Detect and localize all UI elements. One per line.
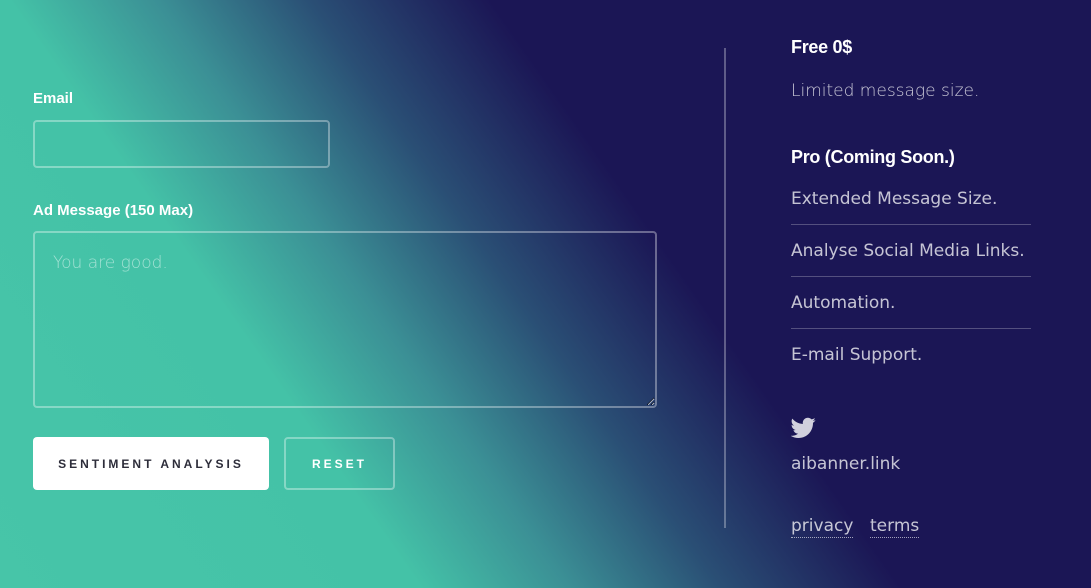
column-divider [724, 48, 726, 528]
email-input[interactable] [33, 120, 330, 168]
site-name: aibanner.link [791, 454, 901, 474]
pro-feature-item: Analyse Social Media Links. [791, 225, 1031, 277]
free-plan-description: Limited message size. [791, 81, 980, 101]
pro-feature-item: Automation. [791, 277, 1031, 329]
pro-plan-title: Pro (Coming Soon.) [791, 147, 955, 167]
reset-button[interactable]: RESET [284, 437, 395, 490]
privacy-link[interactable]: privacy [791, 515, 854, 538]
email-label: Email [33, 90, 74, 107]
ad-message-label: Ad Message (150 Max) [33, 202, 194, 219]
ad-message-textarea[interactable] [33, 231, 657, 408]
twitter-icon[interactable] [791, 417, 816, 439]
pro-feature-item: Extended Message Size. [791, 173, 1031, 225]
terms-link[interactable]: terms [870, 515, 920, 538]
sentiment-analysis-button[interactable]: SENTIMENT ANALYSIS [33, 437, 269, 490]
free-plan-title: Free 0$ [791, 37, 852, 57]
pro-feature-item: E-mail Support. [791, 345, 923, 365]
